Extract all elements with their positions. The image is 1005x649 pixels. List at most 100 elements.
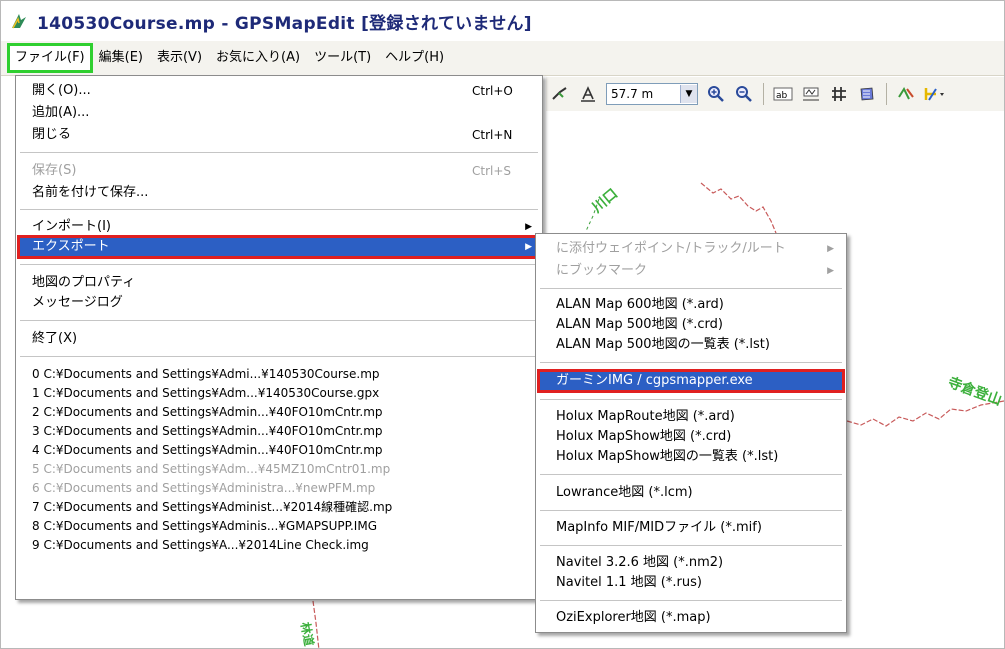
label-tool-icon[interactable] <box>577 83 599 105</box>
recent-file-item[interactable]: 1 C:¥Documents and Settings¥Adm...¥14053… <box>18 383 540 403</box>
submenu-item-label: に添付ウェイポイント/トラック/ルート <box>556 241 786 256</box>
export-mapinfo[interactable]: MapInfo MIF/MIDファイル (*.mif) <box>538 517 844 539</box>
recent-file-item[interactable]: 9 C:¥Documents and Settings¥A...¥2014Lin… <box>18 535 540 555</box>
recent-file-item[interactable]: 4 C:¥Documents and Settings¥Admin...¥40F… <box>18 440 540 460</box>
window-title: 140530Course.mp - GPSMapEdit [登録されていません] <box>37 13 532 34</box>
menu-item-label: 地図のプロパティ <box>32 275 136 290</box>
zoom-select[interactable]: 57.7 m ▼ <box>606 83 698 105</box>
menu-edit[interactable]: 編集(E) <box>93 45 149 71</box>
menu-item-import[interactable]: インポート(I) ▶ <box>18 216 540 238</box>
export-navitel-11[interactable]: Navitel 1.1 地図 (*.rus) <box>538 572 844 594</box>
menu-separator <box>20 152 538 153</box>
menu-item-map-properties[interactable]: 地図のプロパティ <box>18 272 540 294</box>
menu-item-open[interactable]: 開く(O)... Ctrl+O <box>18 80 540 102</box>
recent-file-label: 0 C:¥Documents and Settings¥Admi...¥1405… <box>32 367 380 381</box>
zoom-in-icon[interactable] <box>705 83 727 105</box>
export-oziexplorer[interactable]: OziExplorer地図 (*.map) <box>538 607 844 629</box>
layers-icon[interactable] <box>856 83 878 105</box>
menu-item-shortcut: Ctrl+N <box>472 128 513 142</box>
map-label: 林道 <box>298 621 317 647</box>
submenu-arrow-icon: ▶ <box>827 266 834 276</box>
show-labels-icon[interactable]: ab <box>772 83 794 105</box>
recent-file-item[interactable]: 7 C:¥Documents and Settings¥Administ...¥… <box>18 497 540 517</box>
export-attached-waypoints: に添付ウェイポイント/トラック/ルート ▶ <box>538 238 844 260</box>
menu-item-close[interactable]: 閉じる Ctrl+N <box>18 124 540 146</box>
menu-separator <box>540 362 842 363</box>
recent-file-item: 5 C:¥Documents and Settings¥Adm...¥45MZ1… <box>18 459 540 479</box>
menu-separator <box>540 399 842 400</box>
menu-separator <box>540 474 842 475</box>
export-holux-maproute[interactable]: Holux MapRoute地図 (*.ard) <box>538 406 844 428</box>
menu-item-label: インポート(I) <box>32 219 111 234</box>
submenu-item-label: Holux MapShow地図の一覧表 (*.lst) <box>556 449 779 464</box>
menu-item-exit[interactable]: 終了(X) <box>18 328 540 350</box>
submenu-item-label: ガーミンIMG / cgpsmapper.exe <box>556 373 753 388</box>
menu-tools[interactable]: ツール(T) <box>308 45 377 71</box>
toolbar-separator <box>886 83 887 105</box>
route-line <box>846 400 1004 427</box>
menu-item-label: 名前を付けて保存... <box>32 185 149 200</box>
submenu-item-label: Navitel 1.1 地図 (*.rus) <box>556 575 702 590</box>
menu-bar: ファイル(F) 編集(E) 表示(V) お気に入り(A) ツール(T) ヘルプ(… <box>1 41 1004 76</box>
menu-separator <box>540 545 842 546</box>
menu-item-add[interactable]: 追加(A)... <box>18 102 540 124</box>
chevron-down-icon[interactable]: ▼ <box>680 85 697 103</box>
recent-file-item[interactable]: 3 C:¥Documents and Settings¥Admin...¥40F… <box>18 421 540 441</box>
submenu-item-label: ALAN Map 500地図の一覧表 (*.lst) <box>556 337 770 352</box>
recent-file-item: 6 C:¥Documents and Settings¥Administra..… <box>18 478 540 498</box>
map-label: 川口 <box>589 186 621 217</box>
route-tool-icon[interactable] <box>549 83 571 105</box>
menu-help[interactable]: ヘルプ(H) <box>379 45 450 71</box>
menu-item-label: 保存(S) <box>32 163 77 178</box>
export-submenu: に添付ウェイポイント/トラック/ルート ▶ にブックマーク ▶ ALAN Map… <box>535 233 847 633</box>
node-edit-icon[interactable] <box>895 83 917 105</box>
recent-file-label: 1 C:¥Documents and Settings¥Adm...¥14053… <box>32 386 380 400</box>
recent-file-item[interactable]: 8 C:¥Documents and Settings¥Adminis...¥G… <box>18 516 540 536</box>
submenu-arrow-icon: ▶ <box>827 244 834 254</box>
menu-separator <box>20 356 538 357</box>
recent-file-label: 7 C:¥Documents and Settings¥Administ...¥… <box>32 500 393 514</box>
export-holux-mapshow-list[interactable]: Holux MapShow地図の一覧表 (*.lst) <box>538 446 844 468</box>
submenu-arrow-icon: ▶ <box>525 242 532 252</box>
recent-file-label: 4 C:¥Documents and Settings¥Admin...¥40F… <box>32 443 383 457</box>
menu-separator <box>20 209 538 210</box>
submenu-item-label: MapInfo MIF/MIDファイル (*.mif) <box>556 520 762 535</box>
export-navitel-326[interactable]: Navitel 3.2.6 地図 (*.nm2) <box>538 552 844 574</box>
export-alan-500-list[interactable]: ALAN Map 500地図の一覧表 (*.lst) <box>538 334 844 356</box>
export-holux-mapshow[interactable]: Holux MapShow地図 (*.crd) <box>538 426 844 448</box>
export-garmin-img[interactable]: ガーミンIMG / cgpsmapper.exe <box>537 369 845 393</box>
export-alan-600[interactable]: ALAN Map 600地図 (*.ard) <box>538 294 844 316</box>
svg-text:ab: ab <box>776 91 788 101</box>
menu-item-label: 閉じる <box>32 127 72 142</box>
menu-item-label: エクスポート <box>32 239 110 254</box>
export-lowrance[interactable]: Lowrance地図 (*.lcm) <box>538 482 844 504</box>
recent-file-label: 8 C:¥Documents and Settings¥Adminis...¥G… <box>32 519 377 533</box>
submenu-item-label: Lowrance地図 (*.lcm) <box>556 485 693 500</box>
submenu-item-label: ALAN Map 500地図 (*.crd) <box>556 317 723 332</box>
recent-file-label: 9 C:¥Documents and Settings¥A...¥2014Lin… <box>32 538 369 552</box>
recent-file-item[interactable]: 0 C:¥Documents and Settings¥Admi...¥1405… <box>18 364 540 384</box>
menu-separator <box>20 320 538 321</box>
grid-icon[interactable] <box>828 83 850 105</box>
toolbar: 57.7 m ▼ ab <box>546 77 1004 112</box>
polyline-tool-icon[interactable] <box>923 83 945 105</box>
menu-item-message-log[interactable]: メッセージログ <box>18 292 540 314</box>
map-label: 寺倉登山 <box>946 374 1004 409</box>
recent-file-label: 5 C:¥Documents and Settings¥Adm...¥45MZ1… <box>32 462 391 476</box>
submenu-item-label: にブックマーク <box>556 263 648 278</box>
export-alan-500[interactable]: ALAN Map 500地図 (*.crd) <box>538 314 844 336</box>
menu-separator <box>540 600 842 601</box>
road-labels-icon[interactable] <box>800 83 822 105</box>
menu-file[interactable]: ファイル(F) <box>7 43 93 73</box>
menu-favorites[interactable]: お気に入り(A) <box>210 45 306 71</box>
recent-file-label: 3 C:¥Documents and Settings¥Admin...¥40F… <box>32 424 383 438</box>
menu-view[interactable]: 表示(V) <box>151 45 208 71</box>
menu-item-export[interactable]: エクスポート ▶ <box>17 235 541 259</box>
title-bar: 140530Course.mp - GPSMapEdit [登録されていません] <box>1 1 1004 41</box>
export-bookmarks: にブックマーク ▶ <box>538 260 844 282</box>
menu-item-label: 開く(O)... <box>32 83 91 98</box>
menu-item-shortcut: Ctrl+S <box>472 164 512 178</box>
menu-item-save-as[interactable]: 名前を付けて保存... <box>18 182 540 204</box>
recent-file-item[interactable]: 2 C:¥Documents and Settings¥Admin...¥40F… <box>18 402 540 422</box>
zoom-out-icon[interactable] <box>733 83 755 105</box>
